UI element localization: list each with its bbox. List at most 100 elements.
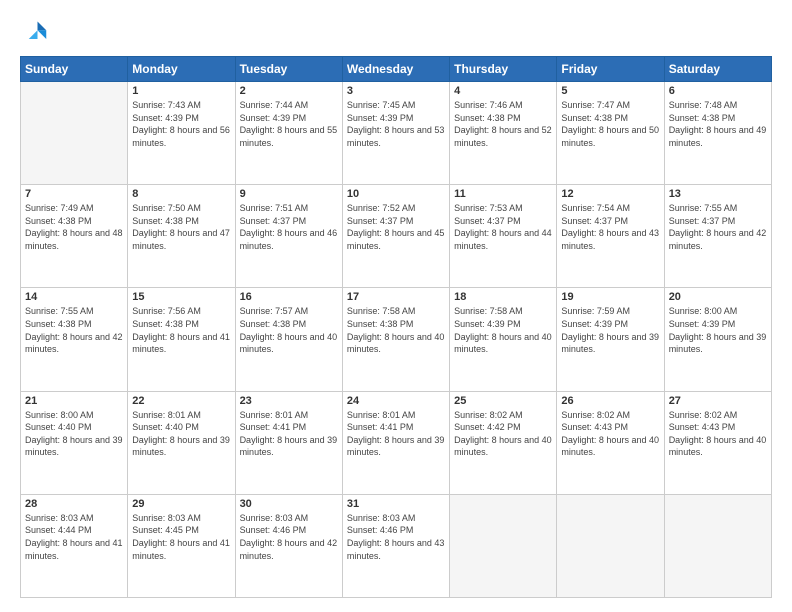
day-number: 27 bbox=[669, 395, 767, 407]
calendar-day: 23Sunrise: 8:01 AMSunset: 4:41 PMDayligh… bbox=[235, 391, 342, 494]
calendar-day bbox=[450, 494, 557, 597]
day-number: 10 bbox=[347, 188, 445, 200]
calendar-day: 24Sunrise: 8:01 AMSunset: 4:41 PMDayligh… bbox=[342, 391, 449, 494]
calendar-day: 15 Sunrise: 7:56 AMSunset: 4:38 PMDayligh… bbox=[128, 288, 235, 391]
day-info: Sunrise: 7:58 AMSunset: 4:39 PMDaylight:… bbox=[454, 305, 552, 355]
calendar-header-tuesday: Tuesday bbox=[235, 57, 342, 82]
day-info: Sunrise: 7:52 AMSunset: 4:37 PMDaylight:… bbox=[347, 202, 445, 252]
calendar-day: 11 Sunrise: 7:53 AMSunset: 4:37 PMDayligh… bbox=[450, 185, 557, 288]
day-info: Sunrise: 8:00 AMSunset: 4:39 PMDaylight:… bbox=[669, 305, 767, 355]
calendar-day: 25Sunrise: 8:02 AMSunset: 4:42 PMDayligh… bbox=[450, 391, 557, 494]
day-info: Sunrise: 7:54 AMSunset: 4:37 PMDaylight:… bbox=[561, 202, 659, 252]
day-number: 2 bbox=[240, 85, 338, 97]
calendar-day: 27Sunrise: 8:02 AMSunset: 4:43 PMDayligh… bbox=[664, 391, 771, 494]
day-number: 14 bbox=[25, 291, 123, 303]
calendar-day: 18 Sunrise: 7:58 AMSunset: 4:39 PMDayligh… bbox=[450, 288, 557, 391]
calendar-day: 31 Sunrise: 8:03 AMSunset: 4:46 PMDayligh… bbox=[342, 494, 449, 597]
day-number: 16 bbox=[240, 291, 338, 303]
calendar-header-sunday: Sunday bbox=[21, 57, 128, 82]
calendar-day bbox=[21, 82, 128, 185]
calendar-header-wednesday: Wednesday bbox=[342, 57, 449, 82]
page: SundayMondayTuesdayWednesdayThursdayFrid… bbox=[0, 0, 792, 612]
day-number: 8 bbox=[132, 188, 230, 200]
calendar-day: 13Sunrise: 7:55 AMSunset: 4:37 PMDayligh… bbox=[664, 185, 771, 288]
day-info: Sunrise: 7:46 AMSunset: 4:38 PMDaylight:… bbox=[454, 99, 552, 149]
day-number: 26 bbox=[561, 395, 659, 407]
day-number: 5 bbox=[561, 85, 659, 97]
day-info: Sunrise: 7:56 AMSunset: 4:38 PMDaylight:… bbox=[132, 305, 230, 355]
calendar-header-friday: Friday bbox=[557, 57, 664, 82]
calendar-day: 16 Sunrise: 7:57 AMSunset: 4:38 PMDayligh… bbox=[235, 288, 342, 391]
day-info: Sunrise: 7:43 AMSunset: 4:39 PMDaylight:… bbox=[132, 99, 230, 149]
calendar-day: 5 Sunrise: 7:47 AMSunset: 4:38 PMDaylight… bbox=[557, 82, 664, 185]
day-info: Sunrise: 8:00 AMSunset: 4:40 PMDaylight:… bbox=[25, 409, 123, 459]
day-number: 23 bbox=[240, 395, 338, 407]
calendar-day: 1 Sunrise: 7:43 AMSunset: 4:39 PMDaylight… bbox=[128, 82, 235, 185]
day-number: 17 bbox=[347, 291, 445, 303]
calendar-day: 28 Sunrise: 8:03 AMSunset: 4:44 PMDayligh… bbox=[21, 494, 128, 597]
calendar-day: 29 Sunrise: 8:03 AMSunset: 4:45 PMDayligh… bbox=[128, 494, 235, 597]
calendar-week-4: 28 Sunrise: 8:03 AMSunset: 4:44 PMDayligh… bbox=[21, 494, 772, 597]
day-number: 29 bbox=[132, 498, 230, 510]
day-info: Sunrise: 8:03 AMSunset: 4:45 PMDaylight:… bbox=[132, 512, 230, 562]
calendar-day: 3Sunrise: 7:45 AMSunset: 4:39 PMDaylight… bbox=[342, 82, 449, 185]
calendar-header-saturday: Saturday bbox=[664, 57, 771, 82]
day-info: Sunrise: 7:49 AMSunset: 4:38 PMDaylight:… bbox=[25, 202, 123, 252]
day-number: 28 bbox=[25, 498, 123, 510]
day-info: Sunrise: 7:50 AMSunset: 4:38 PMDaylight:… bbox=[132, 202, 230, 252]
calendar-day: 8 Sunrise: 7:50 AMSunset: 4:38 PMDaylight… bbox=[128, 185, 235, 288]
day-number: 9 bbox=[240, 188, 338, 200]
day-info: Sunrise: 7:59 AMSunset: 4:39 PMDaylight:… bbox=[561, 305, 659, 355]
calendar-day: 17 Sunrise: 7:58 AMSunset: 4:38 PMDayligh… bbox=[342, 288, 449, 391]
calendar-day: 30 Sunrise: 8:03 AMSunset: 4:46 PMDayligh… bbox=[235, 494, 342, 597]
day-number: 30 bbox=[240, 498, 338, 510]
day-info: Sunrise: 7:57 AMSunset: 4:38 PMDaylight:… bbox=[240, 305, 338, 355]
day-info: Sunrise: 8:03 AMSunset: 4:46 PMDaylight:… bbox=[347, 512, 445, 562]
day-number: 11 bbox=[454, 188, 552, 200]
calendar-day: 2 Sunrise: 7:44 AMSunset: 4:39 PMDaylight… bbox=[235, 82, 342, 185]
calendar-day: 22Sunrise: 8:01 AMSunset: 4:40 PMDayligh… bbox=[128, 391, 235, 494]
day-info: Sunrise: 8:01 AMSunset: 4:40 PMDaylight:… bbox=[132, 409, 230, 459]
day-number: 6 bbox=[669, 85, 767, 97]
day-number: 24 bbox=[347, 395, 445, 407]
calendar-day: 20Sunrise: 8:00 AMSunset: 4:39 PMDayligh… bbox=[664, 288, 771, 391]
day-info: Sunrise: 7:44 AMSunset: 4:39 PMDaylight:… bbox=[240, 99, 338, 149]
day-number: 18 bbox=[454, 291, 552, 303]
day-number: 21 bbox=[25, 395, 123, 407]
day-number: 7 bbox=[25, 188, 123, 200]
calendar-week-0: 1 Sunrise: 7:43 AMSunset: 4:39 PMDaylight… bbox=[21, 82, 772, 185]
calendar-day: 7 Sunrise: 7:49 AMSunset: 4:38 PMDaylight… bbox=[21, 185, 128, 288]
day-info: Sunrise: 8:02 AMSunset: 4:43 PMDaylight:… bbox=[561, 409, 659, 459]
calendar-day: 4 Sunrise: 7:46 AMSunset: 4:38 PMDaylight… bbox=[450, 82, 557, 185]
calendar-day bbox=[557, 494, 664, 597]
day-info: Sunrise: 7:58 AMSunset: 4:38 PMDaylight:… bbox=[347, 305, 445, 355]
calendar-day: 12Sunrise: 7:54 AMSunset: 4:37 PMDayligh… bbox=[557, 185, 664, 288]
header bbox=[20, 18, 772, 46]
day-number: 3 bbox=[347, 85, 445, 97]
logo-icon bbox=[20, 18, 48, 46]
day-info: Sunrise: 8:03 AMSunset: 4:44 PMDaylight:… bbox=[25, 512, 123, 562]
day-info: Sunrise: 7:53 AMSunset: 4:37 PMDaylight:… bbox=[454, 202, 552, 252]
day-info: Sunrise: 8:02 AMSunset: 4:42 PMDaylight:… bbox=[454, 409, 552, 459]
calendar-week-1: 7 Sunrise: 7:49 AMSunset: 4:38 PMDaylight… bbox=[21, 185, 772, 288]
calendar-header-monday: Monday bbox=[128, 57, 235, 82]
day-info: Sunrise: 8:03 AMSunset: 4:46 PMDaylight:… bbox=[240, 512, 338, 562]
calendar-day: 26 Sunrise: 8:02 AMSunset: 4:43 PMDayligh… bbox=[557, 391, 664, 494]
day-info: Sunrise: 7:47 AMSunset: 4:38 PMDaylight:… bbox=[561, 99, 659, 149]
day-number: 13 bbox=[669, 188, 767, 200]
day-number: 1 bbox=[132, 85, 230, 97]
day-info: Sunrise: 7:48 AMSunset: 4:38 PMDaylight:… bbox=[669, 99, 767, 149]
calendar-day: 6 Sunrise: 7:48 AMSunset: 4:38 PMDaylight… bbox=[664, 82, 771, 185]
calendar-day bbox=[664, 494, 771, 597]
logo bbox=[20, 18, 50, 46]
day-number: 31 bbox=[347, 498, 445, 510]
calendar-day: 10 Sunrise: 7:52 AMSunset: 4:37 PMDayligh… bbox=[342, 185, 449, 288]
calendar-header-thursday: Thursday bbox=[450, 57, 557, 82]
day-number: 4 bbox=[454, 85, 552, 97]
calendar-header-row: SundayMondayTuesdayWednesdayThursdayFrid… bbox=[21, 57, 772, 82]
day-number: 15 bbox=[132, 291, 230, 303]
calendar-week-3: 21 Sunrise: 8:00 AMSunset: 4:40 PMDayligh… bbox=[21, 391, 772, 494]
calendar-day: 19Sunrise: 7:59 AMSunset: 4:39 PMDayligh… bbox=[557, 288, 664, 391]
calendar-table: SundayMondayTuesdayWednesdayThursdayFrid… bbox=[20, 56, 772, 598]
calendar-day: 21 Sunrise: 8:00 AMSunset: 4:40 PMDayligh… bbox=[21, 391, 128, 494]
